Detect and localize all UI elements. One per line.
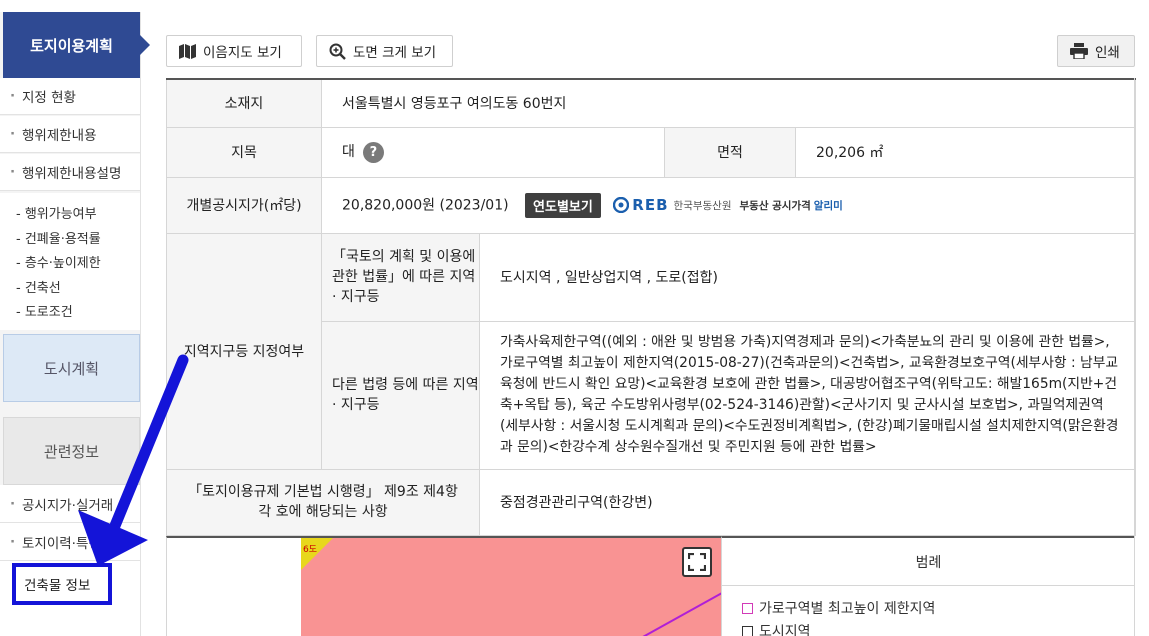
map-icon	[179, 43, 196, 59]
zoom-map-label: 도면 크게 보기	[353, 45, 437, 61]
reb-mark: REB	[632, 196, 669, 214]
print-button[interactable]: 인쇄	[1057, 35, 1135, 67]
sidebar-city-plan[interactable]: 도시계획	[3, 334, 140, 402]
location-label: 소재지	[166, 78, 322, 128]
sidebar-related-info[interactable]: 관련정보	[3, 417, 140, 485]
help-icon[interactable]: ?	[362, 141, 384, 163]
reb-logo-icon	[613, 197, 630, 213]
reb-link[interactable]: REB 한국부동산원 부동산 공시가격 알리미	[613, 196, 843, 214]
sidebar-subitem-coverage-ratio[interactable]: - 건폐율·용적률	[16, 228, 140, 253]
national-law-label: 「국토의 계획 및 이용에 관한 법률」에 따른 지역 · 지구등	[321, 232, 480, 322]
sidebar-item-restriction-description[interactable]: 행위제한내용설명	[0, 154, 140, 191]
location-value: 서울특별시 영등포구 여의도동 60번지	[321, 78, 1136, 128]
fullscreen-icon	[688, 553, 706, 571]
sidebar-subitem-allowed[interactable]: - 행위가능여부	[16, 203, 140, 228]
sidebar: 토지이용계획 지정 현황 행위제한내용 행위제한내용설명 - 행위가능여부 - …	[0, 0, 150, 636]
sidebar-item-land-history[interactable]: 토지이력·특성	[0, 524, 140, 561]
other-law-value: 가축사육제한구역((예외 : 애완 및 방범용 가축)지역경제과 문의)<가축분…	[479, 320, 1136, 470]
sidebar-item-label: 토지이력·특성	[22, 536, 101, 552]
sidebar-subitem-height-limit[interactable]: - 층수·높이제한	[16, 252, 140, 277]
map-legend: 범례 가로구역별 최고높이 제한지역 도시지역	[721, 536, 1135, 636]
sidebar-subitem-road-condition[interactable]: - 도로조건	[16, 301, 140, 326]
sidebar-item-label: 지정 현황	[22, 90, 76, 106]
map-side-cell	[166, 536, 302, 636]
map-boundary-line	[642, 592, 722, 636]
reb-org: 한국부동산원	[673, 199, 732, 212]
other-law-label: 다른 법령 등에 따른 지역 · 지구등	[321, 320, 480, 470]
printer-icon	[1070, 43, 1088, 59]
land-info-table: 소재지 서울특별시 영등포구 여의도동 60번지 지목 대? 면적 20,206…	[166, 78, 1136, 536]
content-right-border	[1134, 78, 1135, 636]
zoning-label: 지역지구등 지정여부	[166, 232, 322, 470]
land-category-cell: 대?	[321, 126, 665, 178]
print-label: 인쇄	[1095, 45, 1120, 61]
sidebar-item-building-info[interactable]: 건축물 정보	[12, 563, 112, 605]
price-cell: 20,820,000원 (2023/01) 연도별보기 REB 한국부동산원 부…	[321, 176, 1136, 234]
sidebar-item-restrictions[interactable]: 행위제한내용	[0, 116, 140, 153]
sidebar-top-gap	[0, 0, 141, 12]
map-view-button[interactable]: 이음지도 보기	[166, 35, 302, 67]
legend-label: 가로구역별 최고높이 제한지역	[759, 601, 936, 617]
reb-alert: 알리미	[813, 199, 843, 212]
price-label: 개별공시지가(㎡당)	[166, 176, 322, 234]
framework-label: 「토지이용규제 기본법 시행령」 제9조 제4항 각 호에 해당되는 사항	[166, 468, 480, 536]
sidebar-item-label: 행위제한내용	[22, 128, 97, 144]
sidebar-item-label: 공시지가·실거래	[22, 498, 114, 514]
sidebar-title[interactable]: 토지이용계획	[3, 12, 150, 78]
framework-value: 중점경관관리구역(한강변)	[479, 468, 1136, 536]
sidebar-item-label: 행위제한내용설명	[22, 166, 122, 182]
yearly-view-button[interactable]: 연도별보기	[525, 192, 601, 218]
land-category-label: 지목	[166, 126, 322, 178]
sidebar-subitem-building-line[interactable]: - 건축선	[16, 277, 140, 302]
price-value: 20,820,000원 (2023/01)	[342, 197, 509, 213]
legend-item: 도시지역	[742, 621, 811, 636]
land-category-value: 대	[342, 144, 355, 161]
legend-swatch	[742, 602, 753, 614]
table-row: 지역지구등 지정여부 「국토의 계획 및 이용에 관한 법률」에 따른 지역 ·…	[166, 232, 1136, 470]
area-label: 면적	[664, 126, 796, 178]
legend-label: 도시지역	[759, 624, 811, 636]
land-use-map[interactable]: 6도	[301, 536, 722, 636]
table-row: 지목 대? 면적 20,206 ㎡	[166, 126, 1136, 178]
table-row: 개별공시지가(㎡당) 20,820,000원 (2023/01) 연도별보기 R…	[166, 176, 1136, 234]
zoom-map-button[interactable]: 도면 크게 보기	[316, 35, 453, 67]
table-row: 소재지 서울특별시 영등포구 여의도동 60번지	[166, 78, 1136, 128]
zoom-in-icon	[329, 43, 346, 60]
sidebar-subitems: - 행위가능여부 - 건폐율·용적률 - 층수·높이제한 - 건축선 - 도로조…	[0, 193, 140, 330]
legend-title: 범례	[722, 538, 1135, 586]
fullscreen-button[interactable]	[682, 547, 712, 577]
sidebar-item-land-price[interactable]: 공시지가·실거래	[0, 486, 140, 523]
map-view-label: 이음지도 보기	[203, 45, 282, 61]
table-row: 「토지이용규제 기본법 시행령」 제9조 제4항 각 호에 해당되는 사항 중점…	[166, 468, 1136, 536]
reb-service: 부동산 공시가격	[739, 199, 811, 212]
national-law-value: 도시지역 , 일반상업지역 , 도로(접합)	[479, 232, 1136, 322]
legend-swatch	[742, 625, 753, 636]
sidebar-item-designation[interactable]: 지정 현황	[0, 78, 140, 115]
area-value: 20,206 ㎡	[795, 126, 1136, 178]
legend-item: 가로구역별 최고높이 제한지역	[742, 598, 935, 618]
